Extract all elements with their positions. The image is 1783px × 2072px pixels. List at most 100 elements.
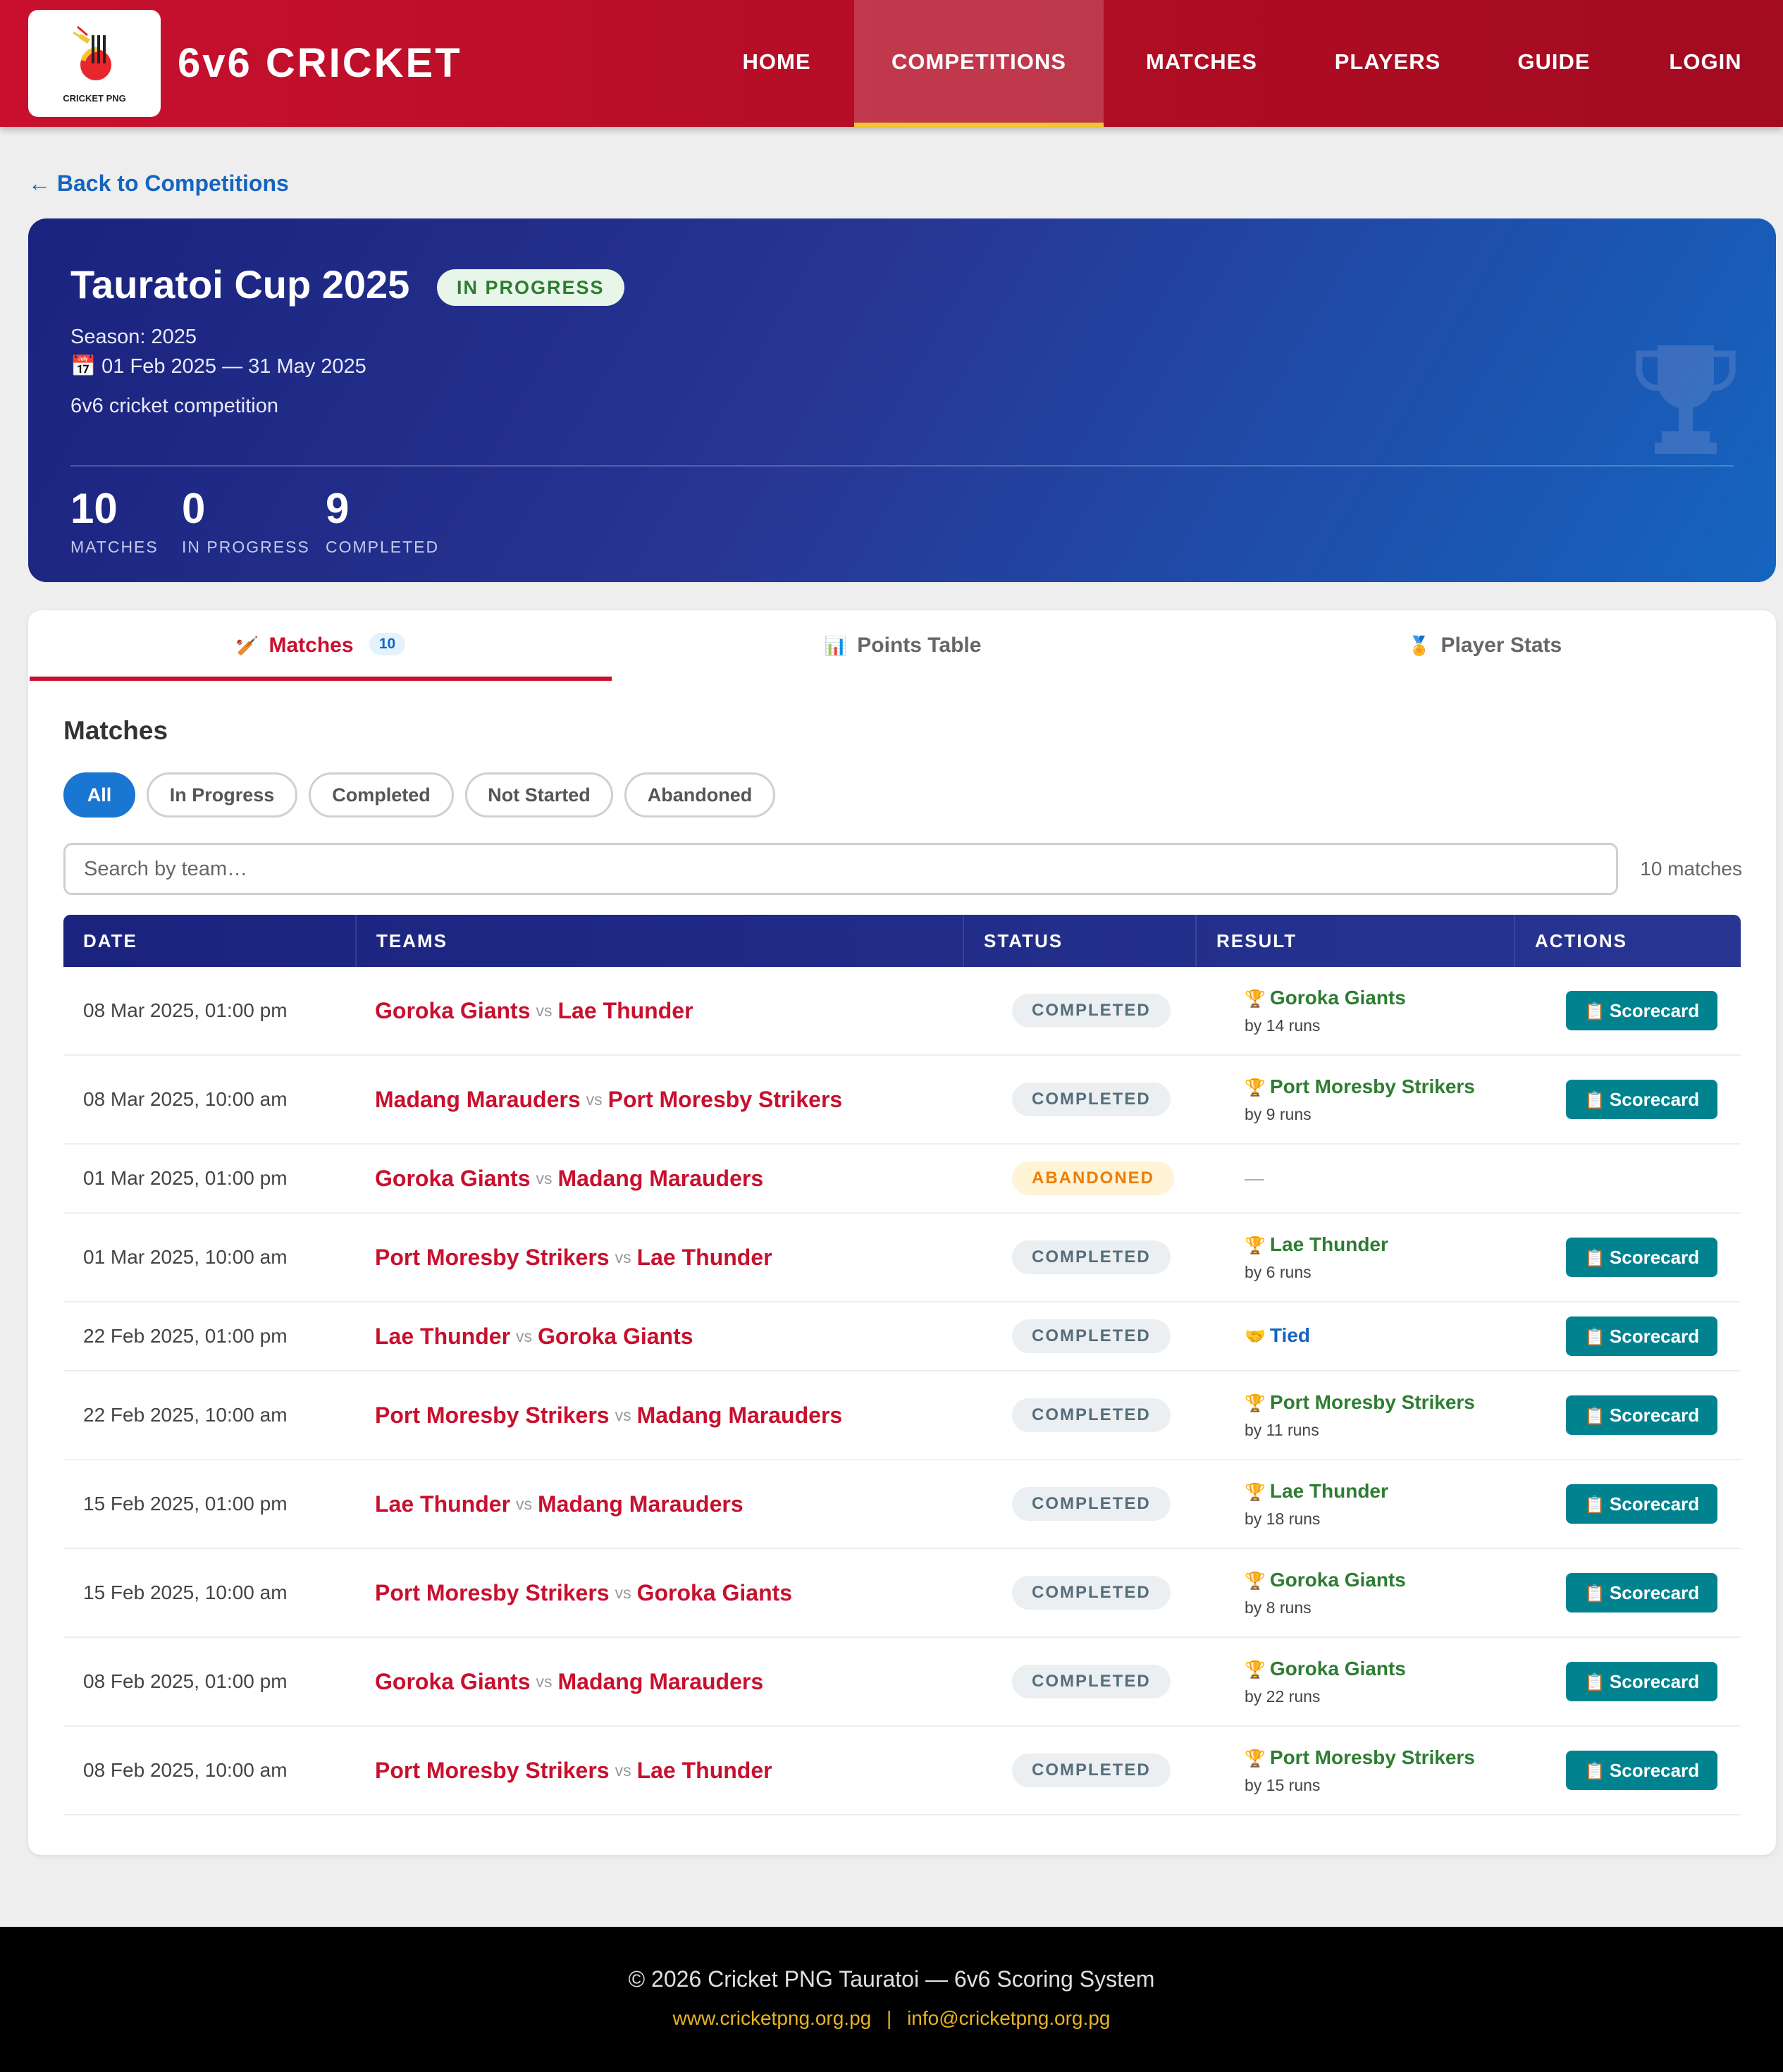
status-badge: COMPLETED — [1012, 1487, 1171, 1521]
nav-competitions[interactable]: COMPETITIONS — [854, 0, 1104, 127]
team-home-link[interactable]: Goroka Giants — [375, 1166, 531, 1192]
clipboard-icon: 📋 — [1584, 1584, 1605, 1603]
team-away-link[interactable]: Port Moresby Strikers — [608, 1087, 843, 1113]
scorecard-button[interactable]: 📋 Scorecard — [1566, 1662, 1718, 1701]
result-margin: by 22 runs — [1245, 1687, 1321, 1706]
scorecard-label: Scorecard — [1609, 1000, 1700, 1021]
tab-matches[interactable]: 🏏 Matches 10 — [30, 610, 612, 681]
winner-name: Goroka Giants — [1269, 1569, 1406, 1591]
team-away-link[interactable]: Lae Thunder — [637, 1245, 772, 1271]
scorecard-button[interactable]: 📋 Scorecard — [1566, 1316, 1718, 1356]
team-home-link[interactable]: Port Moresby Strikers — [375, 1758, 610, 1784]
team-away-link[interactable]: Goroka Giants — [637, 1580, 793, 1606]
col-actions: ACTIONS — [1514, 915, 1741, 967]
logo-emblem-icon — [73, 25, 111, 80]
filter-completed[interactable]: Completed — [309, 772, 454, 818]
footer-website-link[interactable]: www.cricketpng.org.pg — [673, 2007, 872, 2029]
match-status: COMPLETED — [1012, 1214, 1171, 1301]
scorecard-button[interactable]: 📋 Scorecard — [1566, 1080, 1718, 1119]
team-home-link[interactable]: Madang Marauders — [375, 1087, 581, 1113]
match-teams: Lae Thunder vs Madang Marauders — [375, 1460, 744, 1548]
scorecard-button[interactable]: 📋 Scorecard — [1566, 991, 1718, 1030]
match-status: COMPLETED — [1012, 1638, 1171, 1725]
status-badge: COMPLETED — [1012, 1753, 1171, 1787]
match-date: 22 Feb 2025, 10:00 am — [83, 1404, 288, 1426]
footer-email-link[interactable]: info@cricketpng.org.pg — [907, 2007, 1110, 2029]
match-teams: Lae Thunder vs Goroka Giants — [375, 1302, 693, 1370]
team-home-link[interactable]: Port Moresby Strikers — [375, 1580, 610, 1606]
filter-all[interactable]: All — [63, 772, 135, 818]
nav-guide[interactable]: GUIDE — [1501, 0, 1607, 127]
match-status: COMPLETED — [1012, 1727, 1171, 1814]
match-actions: 📋 Scorecard — [1566, 1638, 1718, 1725]
match-actions: 📋 Scorecard — [1566, 1371, 1718, 1459]
back-link-label: Back to Competitions — [56, 171, 289, 196]
clipboard-icon: 📋 — [1584, 1091, 1605, 1110]
tab-points-table[interactable]: 📊 Points Table — [612, 610, 1194, 681]
team-home-link[interactable]: Port Moresby Strikers — [375, 1402, 610, 1429]
team-home-link[interactable]: Lae Thunder — [375, 1491, 510, 1517]
tab-player-stats[interactable]: 🏅 Player Stats — [1194, 610, 1776, 681]
scorecard-label: Scorecard — [1609, 1089, 1700, 1110]
team-home-link[interactable]: Lae Thunder — [375, 1324, 510, 1350]
trophy-icon: 🏆 — [1245, 1483, 1266, 1502]
match-result: 🏆 Goroka Giants by 14 runs — [1245, 967, 1406, 1054]
team-home-link[interactable]: Port Moresby Strikers — [375, 1245, 610, 1271]
team-away-link[interactable]: Madang Marauders — [637, 1402, 843, 1429]
filter-in-progress[interactable]: In Progress — [147, 772, 297, 818]
match-count: 10 matches — [1640, 858, 1742, 880]
match-actions: 📋 Scorecard — [1566, 1056, 1718, 1143]
winner-name: Goroka Giants — [1269, 987, 1406, 1009]
nav-players[interactable]: PLAYERS — [1314, 0, 1462, 127]
result-margin: by 11 runs — [1245, 1421, 1319, 1439]
nav-home[interactable]: HOME — [719, 0, 834, 127]
team-away-link[interactable]: Madang Marauders — [558, 1669, 764, 1695]
team-away-link[interactable]: Lae Thunder — [558, 998, 693, 1024]
stat-matches: 10 MATCHES — [70, 482, 159, 558]
trophy-icon — [1636, 345, 1736, 454]
top-nav-bar: CRICKET PNG 6v6 CRICKET HOME COMPETITION… — [0, 0, 1783, 127]
cricket-png-logo[interactable]: CRICKET PNG — [28, 10, 161, 117]
table-row: 01 Mar 2025, 10:00 am Port Moresby Strike… — [63, 1214, 1741, 1302]
trophy-icon: 🏆 — [1245, 1749, 1266, 1768]
scorecard-button[interactable]: 📋 Scorecard — [1566, 1238, 1718, 1277]
team-search-input[interactable] — [63, 843, 1618, 895]
scorecard-button[interactable]: 📋 Scorecard — [1566, 1395, 1718, 1435]
nav-login[interactable]: LOGIN — [1649, 0, 1762, 127]
clipboard-icon: 📋 — [1584, 1407, 1605, 1426]
filter-not-started[interactable]: Not Started — [465, 772, 613, 818]
competition-status-badge: IN PROGRESS — [437, 269, 624, 306]
stat-in-progress-value: 0 — [182, 485, 206, 532]
team-away-link[interactable]: Madang Marauders — [538, 1491, 744, 1517]
clipboard-icon: 📋 — [1584, 1496, 1605, 1515]
team-away-link[interactable]: Goroka Giants — [538, 1324, 693, 1350]
filter-abandoned[interactable]: Abandoned — [624, 772, 775, 818]
brand-title[interactable]: 6v6 CRICKET — [178, 38, 462, 89]
result-winner: 🏆 Port Moresby Strikers — [1245, 1388, 1475, 1418]
match-status: COMPLETED — [1012, 1371, 1171, 1459]
scorecard-button[interactable]: 📋 Scorecard — [1566, 1573, 1718, 1612]
vs-label: vs — [536, 1001, 553, 1020]
team-home-link[interactable]: Goroka Giants — [375, 998, 531, 1024]
team-away-link[interactable]: Madang Marauders — [558, 1166, 764, 1192]
handshake-icon: 🤝 — [1245, 1327, 1266, 1346]
tied-label: Tied — [1269, 1324, 1310, 1346]
match-teams: Port Moresby Strikers vs Lae Thunder — [375, 1727, 772, 1814]
scorecard-button[interactable]: 📋 Scorecard — [1566, 1751, 1718, 1790]
table-row: 08 Feb 2025, 01:00 pm Goroka Giants vs Mada… — [63, 1638, 1741, 1727]
scorecard-button[interactable]: 📋 Scorecard — [1566, 1484, 1718, 1524]
nav-matches[interactable]: MATCHES — [1123, 0, 1280, 127]
match-date: 01 Mar 2025, 10:00 am — [83, 1246, 288, 1268]
result-winner: 🏆 Port Moresby Strikers — [1245, 1073, 1475, 1102]
team-home-link[interactable]: Goroka Giants — [375, 1669, 531, 1695]
vs-label: vs — [586, 1090, 603, 1109]
trophy-icon: 🏆 — [1245, 1394, 1266, 1413]
match-teams: Port Moresby Strikers vs Madang Marauders — [375, 1371, 842, 1459]
tab-points-table-label: Points Table — [857, 634, 982, 657]
match-teams: Madang Marauders vs Port Moresby Strikers — [375, 1056, 842, 1143]
table-row: 15 Feb 2025, 10:00 am Port Moresby Strike… — [63, 1549, 1741, 1638]
team-away-link[interactable]: Lae Thunder — [637, 1758, 772, 1784]
competition-season: Season: 2025 — [70, 326, 197, 348]
status-badge: COMPLETED — [1012, 1576, 1171, 1610]
back-to-competitions-link[interactable]: ← Back to Competitions — [28, 166, 289, 200]
